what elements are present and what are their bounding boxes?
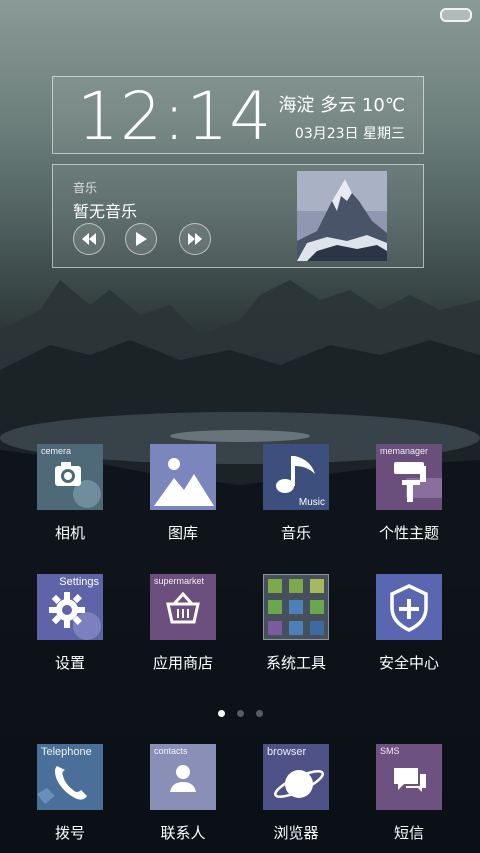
phone-icon: Telephone [37, 744, 103, 810]
phone-icon-caption: Telephone [41, 746, 92, 758]
next-button[interactable] [179, 223, 211, 255]
app-store[interactable]: supermarket 应用商店 [135, 574, 231, 673]
app-system-tools-folder[interactable]: 系统工具 [248, 574, 344, 673]
dock-sms[interactable]: SMS 短信 [361, 744, 457, 843]
dock-phone[interactable]: Telephone 拨号 [22, 744, 118, 843]
settings-icon-caption: Settings [59, 576, 99, 588]
app-security-center[interactable]: 安全中心 [361, 574, 457, 673]
app-theme[interactable]: memanager 个性主题 [361, 444, 457, 543]
date-text: 03月23日 星期三 [294, 126, 405, 142]
sms-icon: SMS [376, 744, 442, 810]
music-icon: Music [263, 444, 329, 510]
contacts-icon-caption: contacts [154, 746, 188, 756]
app-camera[interactable]: cemera 相机 [22, 444, 118, 543]
previous-icon [82, 233, 96, 245]
app-label-camera: 相机 [54, 524, 85, 542]
store-icon-caption: supermarket [154, 576, 205, 586]
sms-icon-caption: SMS [380, 746, 400, 756]
camera-icon: cemera [37, 444, 103, 510]
music-widget[interactable]: 音乐 暂无音乐 [52, 164, 424, 268]
browser-icon: browser [263, 744, 329, 810]
music-track-title: 暂无音乐 [73, 202, 138, 221]
album-art [297, 171, 387, 261]
next-icon [188, 233, 202, 245]
page-dot-2[interactable] [236, 710, 244, 717]
app-label-music: 音乐 [280, 524, 311, 542]
app-label-store: 应用商店 [152, 654, 213, 672]
app-label-gallery: 图库 [167, 524, 198, 542]
app-label-theme: 个性主题 [378, 524, 439, 542]
browser-icon-caption: browser [267, 746, 307, 758]
battery-icon [440, 8, 472, 22]
app-label-security-center: 安全中心 [378, 654, 439, 672]
dock-contacts[interactable]: contacts 联系人 [135, 744, 231, 843]
store-icon: supermarket [150, 574, 216, 640]
music-icon-caption: Music [298, 497, 325, 508]
dock-label-browser: 浏览器 [273, 824, 319, 842]
gallery-icon [150, 444, 216, 510]
clock-time: 12:14 [77, 78, 273, 155]
dock-browser[interactable]: browser 浏览器 [248, 744, 344, 843]
clock-weather-widget[interactable]: 12:14 海淀 多云 10℃ 03月23日 星期三 [52, 76, 424, 155]
tools-folder-icon [263, 574, 329, 640]
app-gallery[interactable]: 图库 [135, 444, 231, 543]
theme-icon-caption: memanager [380, 446, 429, 456]
dock-label-contacts: 联系人 [160, 824, 206, 842]
shield-icon [376, 574, 442, 640]
play-icon [136, 232, 147, 246]
weather-text: 海淀 多云 10℃ [278, 95, 405, 116]
contacts-icon: contacts [150, 744, 216, 810]
theme-icon: memanager [376, 444, 442, 510]
page-dot-1[interactable] [217, 710, 225, 717]
music-widget-label: 音乐 [73, 181, 98, 195]
page-dot-3[interactable] [255, 710, 263, 717]
app-label-settings: 设置 [54, 654, 85, 672]
app-label-system-tools: 系统工具 [265, 654, 326, 672]
app-music[interactable]: Music 音乐 [248, 444, 344, 543]
settings-icon: Settings [37, 574, 103, 640]
dock-label-phone: 拨号 [54, 824, 85, 842]
app-settings[interactable]: Settings 设置 [22, 574, 118, 673]
page-indicator[interactable] [0, 702, 480, 721]
dock-label-sms: 短信 [393, 824, 424, 842]
camera-icon-caption: cemera [41, 446, 72, 456]
previous-button[interactable] [73, 223, 105, 255]
play-button[interactable] [125, 223, 157, 255]
